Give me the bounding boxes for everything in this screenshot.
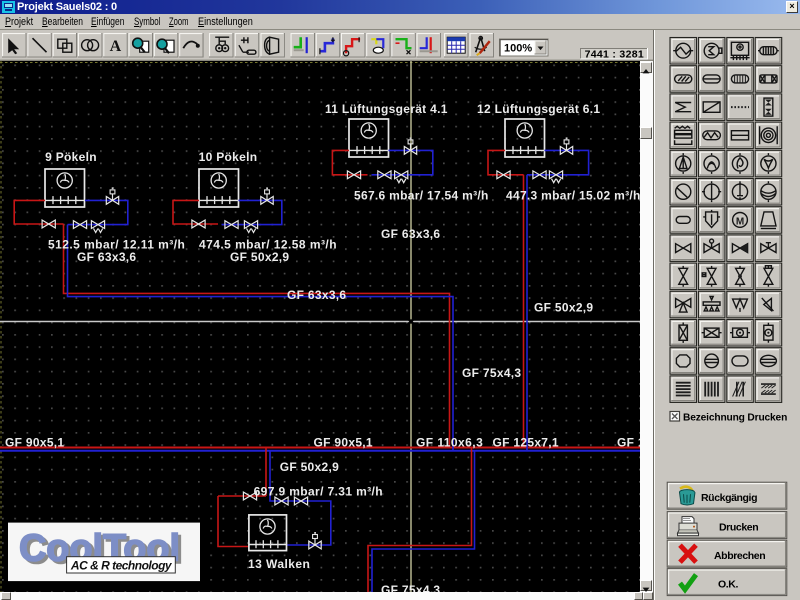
svg-text:9 Pökeln: 9 Pökeln <box>45 150 97 164</box>
svg-text:GF 63x3,6: GF 63x3,6 <box>287 288 346 302</box>
svg-text:GF 1: GF 1 <box>617 436 640 450</box>
svg-text:GF 75x4,3: GF 75x4,3 <box>381 583 440 592</box>
svg-text:GF 63x3,6: GF 63x3,6 <box>381 227 440 241</box>
svg-text:12 Lüftungsgerät 6.1: 12 Lüftungsgerät 6.1 <box>477 102 600 116</box>
svg-text:GF 110x6,3: GF 110x6,3 <box>416 436 483 450</box>
svg-text:GF 90x5,1: GF 90x5,1 <box>314 436 373 450</box>
svg-text:Drucken: Drucken <box>719 522 758 534</box>
svg-text:697.9 mbar/ 7.31 m³/h: 697.9 mbar/ 7.31 m³/h <box>254 485 383 499</box>
svg-text:GF 50x2,9: GF 50x2,9 <box>230 250 289 264</box>
svg-text:GF 50x2,9: GF 50x2,9 <box>280 460 339 474</box>
svg-text:7441 : 3281: 7441 : 3281 <box>585 49 644 61</box>
svg-text:M: M <box>736 216 744 227</box>
svg-text:GF 90x5,1: GF 90x5,1 <box>5 436 64 450</box>
svg-text:GF 50x2,9: GF 50x2,9 <box>534 301 593 315</box>
svg-text:447.3 mbar/ 15.02 m³/h: 447.3 mbar/ 15.02 m³/h <box>506 189 640 203</box>
svg-text:A: A <box>110 38 122 55</box>
svg-text:Rückgängig: Rückgängig <box>701 492 757 504</box>
svg-text:GF 75x4,3: GF 75x4,3 <box>462 366 521 380</box>
svg-text:AC & R technology: AC & R technology <box>70 558 173 572</box>
svg-text:11 Lüftungsgerät 4.1: 11 Lüftungsgerät 4.1 <box>325 102 448 116</box>
svg-text:Abbrechen: Abbrechen <box>714 550 765 562</box>
svg-text:100%: 100% <box>504 43 532 55</box>
svg-text:567.6 mbar/ 17.54 m³/h: 567.6 mbar/ 17.54 m³/h <box>354 189 489 203</box>
svg-text:GF 125x7,1: GF 125x7,1 <box>493 436 559 450</box>
svg-text:Bezeichnung Drucken: Bezeichnung Drucken <box>683 413 787 424</box>
svg-text:10 Pökeln: 10 Pökeln <box>199 150 258 164</box>
svg-text:13 Walken: 13 Walken <box>248 557 310 571</box>
svg-text:O.K.: O.K. <box>718 579 738 591</box>
svg-text:GF 63x3,6: GF 63x3,6 <box>77 250 136 264</box>
